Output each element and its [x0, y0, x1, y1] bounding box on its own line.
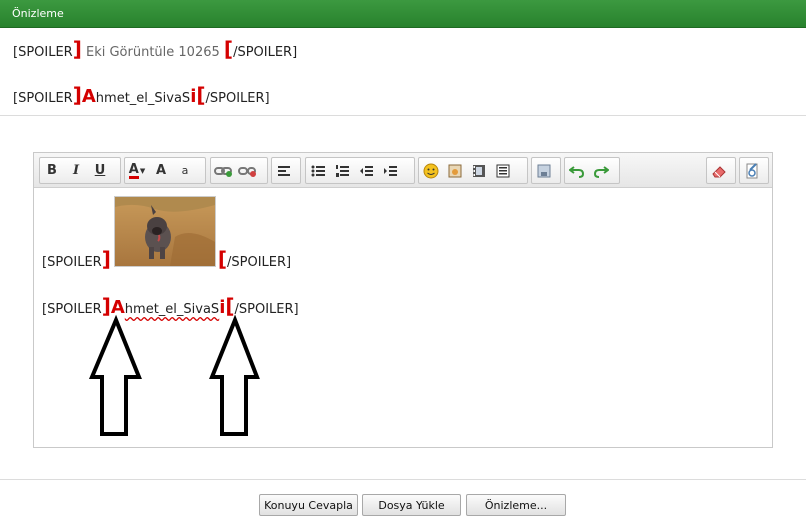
upload-file-button[interactable]: Dosya Yükle [362, 494, 461, 516]
annotation-overlay [88, 314, 260, 436]
up-arrow-right [209, 314, 260, 436]
preview-button[interactable]: Önizleme... [466, 494, 566, 516]
up-arrow-left [88, 314, 142, 436]
footer-separator [0, 479, 806, 480]
reply-button[interactable]: Konuyu Cevapla [259, 494, 358, 516]
